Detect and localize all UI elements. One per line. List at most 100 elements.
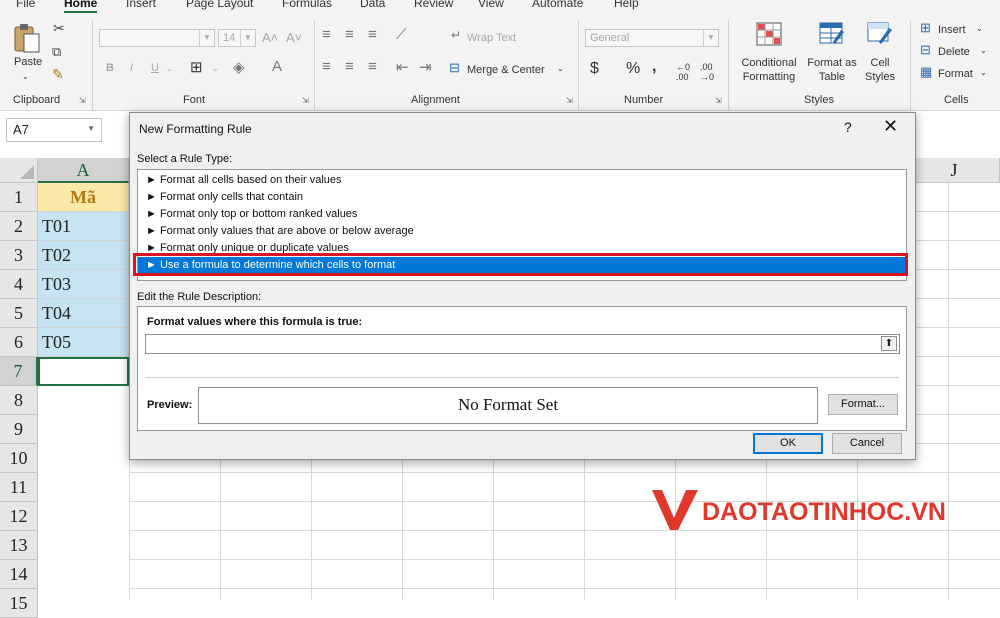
format-as-table-button[interactable]: Format as Table: [804, 22, 860, 90]
tab-file[interactable]: File: [16, 0, 35, 10]
row-header[interactable]: 5: [0, 299, 38, 328]
chevron-down-icon[interactable]: ⌄: [166, 64, 173, 73]
row-header[interactable]: 6: [0, 328, 38, 357]
row-header[interactable]: 9: [0, 415, 38, 444]
wrap-text-button[interactable]: Wrap Text: [467, 32, 516, 44]
align-middle-icon[interactable]: ≡: [345, 26, 354, 43]
row-header[interactable]: 15: [0, 589, 38, 618]
number-format-combo[interactable]: General ▼: [585, 29, 719, 47]
cell-a7-active[interactable]: [38, 357, 129, 386]
chevron-down-icon[interactable]: ⌄: [980, 46, 987, 55]
increase-decimal-icon[interactable]: ←0.00: [676, 62, 690, 82]
chevron-down-icon[interactable]: ⌄: [976, 24, 983, 33]
format-button[interactable]: Format...: [828, 394, 898, 415]
column-header-a[interactable]: A: [38, 158, 129, 183]
format-painter-icon[interactable]: ✎: [52, 66, 64, 83]
paste-button[interactable]: Paste ⌄: [10, 22, 44, 82]
cut-icon[interactable]: ✂: [53, 20, 65, 37]
cell-a4[interactable]: T03: [38, 270, 129, 299]
cell-a1[interactable]: Mã: [38, 183, 129, 212]
align-center-icon[interactable]: ≡: [345, 58, 354, 75]
row-header[interactable]: 10: [0, 444, 38, 473]
delete-button[interactable]: Delete: [938, 46, 970, 58]
copy-icon[interactable]: ⧉: [52, 44, 61, 60]
tab-data[interactable]: Data: [360, 0, 385, 10]
borders-icon[interactable]: ⊞: [190, 58, 203, 76]
rule-type-item[interactable]: ► Format only top or bottom ranked value…: [146, 206, 357, 223]
bold-button[interactable]: B: [106, 62, 114, 74]
cell-styles-label: Cell Styles: [865, 57, 895, 83]
formula-input[interactable]: ⬆: [145, 334, 900, 354]
chevron-down-icon[interactable]: ⌄: [980, 68, 987, 77]
font-size-value: 14: [223, 32, 236, 44]
align-bottom-icon[interactable]: ≡: [368, 26, 377, 43]
chevron-down-icon[interactable]: ▼: [87, 124, 95, 133]
tab-help[interactable]: Help: [614, 0, 639, 10]
row-header[interactable]: 14: [0, 560, 38, 589]
help-icon[interactable]: ?: [844, 119, 852, 135]
rule-type-item[interactable]: ► Format only values that are above or b…: [146, 223, 414, 240]
decrease-font-icon[interactable]: A˅: [286, 30, 302, 45]
tab-insert[interactable]: Insert: [126, 0, 156, 10]
align-top-icon[interactable]: ≡: [322, 26, 331, 43]
fill-color-icon[interactable]: ◈: [233, 58, 245, 76]
tab-automate[interactable]: Automate: [532, 0, 583, 10]
tab-page-layout[interactable]: Page Layout: [186, 0, 253, 10]
cell-a2[interactable]: T01: [38, 212, 129, 241]
orientation-icon[interactable]: ⟋: [396, 26, 407, 43]
row-header[interactable]: 7: [0, 357, 38, 386]
dialog-launcher-icon[interactable]: ⇲: [715, 96, 722, 105]
align-right-icon[interactable]: ≡: [368, 58, 377, 75]
row-header[interactable]: 13: [0, 531, 38, 560]
rule-type-item[interactable]: ► Format only cells that contain: [146, 189, 303, 206]
cell-a5[interactable]: T04: [38, 299, 129, 328]
tab-review[interactable]: Review: [414, 0, 453, 10]
tab-formulas[interactable]: Formulas: [282, 0, 332, 10]
row-header[interactable]: 3: [0, 241, 38, 270]
cell-a3[interactable]: T02: [38, 241, 129, 270]
cancel-button[interactable]: Cancel: [832, 433, 902, 454]
cell-styles-button[interactable]: Cell Styles: [858, 22, 902, 90]
delete-cells-icon: ⊟: [920, 42, 931, 57]
conditional-formatting-button[interactable]: Conditional Formatting: [736, 22, 802, 90]
decrease-indent-icon[interactable]: ⇤: [396, 58, 409, 76]
font-size-combo[interactable]: 14 ▼: [218, 29, 256, 47]
align-left-icon[interactable]: ≡: [322, 58, 331, 75]
chevron-down-icon[interactable]: ⌄: [557, 64, 564, 73]
ok-button[interactable]: OK: [753, 433, 823, 454]
font-name-combo[interactable]: ▼: [99, 29, 215, 47]
increase-indent-icon[interactable]: ⇥: [419, 58, 432, 76]
row-header[interactable]: 12: [0, 502, 38, 531]
font-color-icon[interactable]: A: [272, 58, 282, 75]
percent-button[interactable]: %: [626, 60, 640, 78]
name-box[interactable]: A7 ▼: [6, 118, 102, 142]
close-icon[interactable]: ✕: [883, 116, 898, 137]
dialog-launcher-icon[interactable]: ⇲: [302, 96, 309, 105]
merge-center-button[interactable]: Merge & Center: [467, 64, 545, 76]
row-header[interactable]: 1: [0, 183, 38, 212]
cell-a6[interactable]: T05: [38, 328, 129, 357]
decrease-decimal-icon[interactable]: .00 →0: [700, 62, 714, 82]
alignment-group-label: Alignment: [411, 94, 460, 106]
tab-home[interactable]: Home: [64, 0, 98, 13]
tab-view[interactable]: View: [478, 0, 504, 10]
format-preview: No Format Set: [198, 387, 818, 424]
collapse-dialog-icon[interactable]: ⬆: [881, 336, 897, 351]
currency-button[interactable]: $: [590, 60, 599, 78]
underline-button[interactable]: U: [151, 62, 159, 74]
column-header-j[interactable]: J: [909, 158, 1000, 183]
rule-type-item[interactable]: ► Format all cells based on their values: [146, 172, 342, 189]
increase-font-icon[interactable]: A˄: [262, 30, 278, 45]
select-all-corner[interactable]: [0, 158, 38, 183]
row-header[interactable]: 8: [0, 386, 38, 415]
row-header[interactable]: 11: [0, 473, 38, 502]
dialog-launcher-icon[interactable]: ⇲: [79, 96, 86, 105]
row-header[interactable]: 4: [0, 270, 38, 299]
comma-button[interactable]: ,: [652, 58, 656, 76]
italic-button[interactable]: I: [130, 62, 133, 74]
format-button[interactable]: Format: [938, 68, 973, 80]
dialog-launcher-icon[interactable]: ⇲: [566, 96, 573, 105]
row-header[interactable]: 2: [0, 212, 38, 241]
insert-button[interactable]: Insert: [938, 24, 966, 36]
chevron-down-icon[interactable]: ⌄: [212, 64, 219, 73]
